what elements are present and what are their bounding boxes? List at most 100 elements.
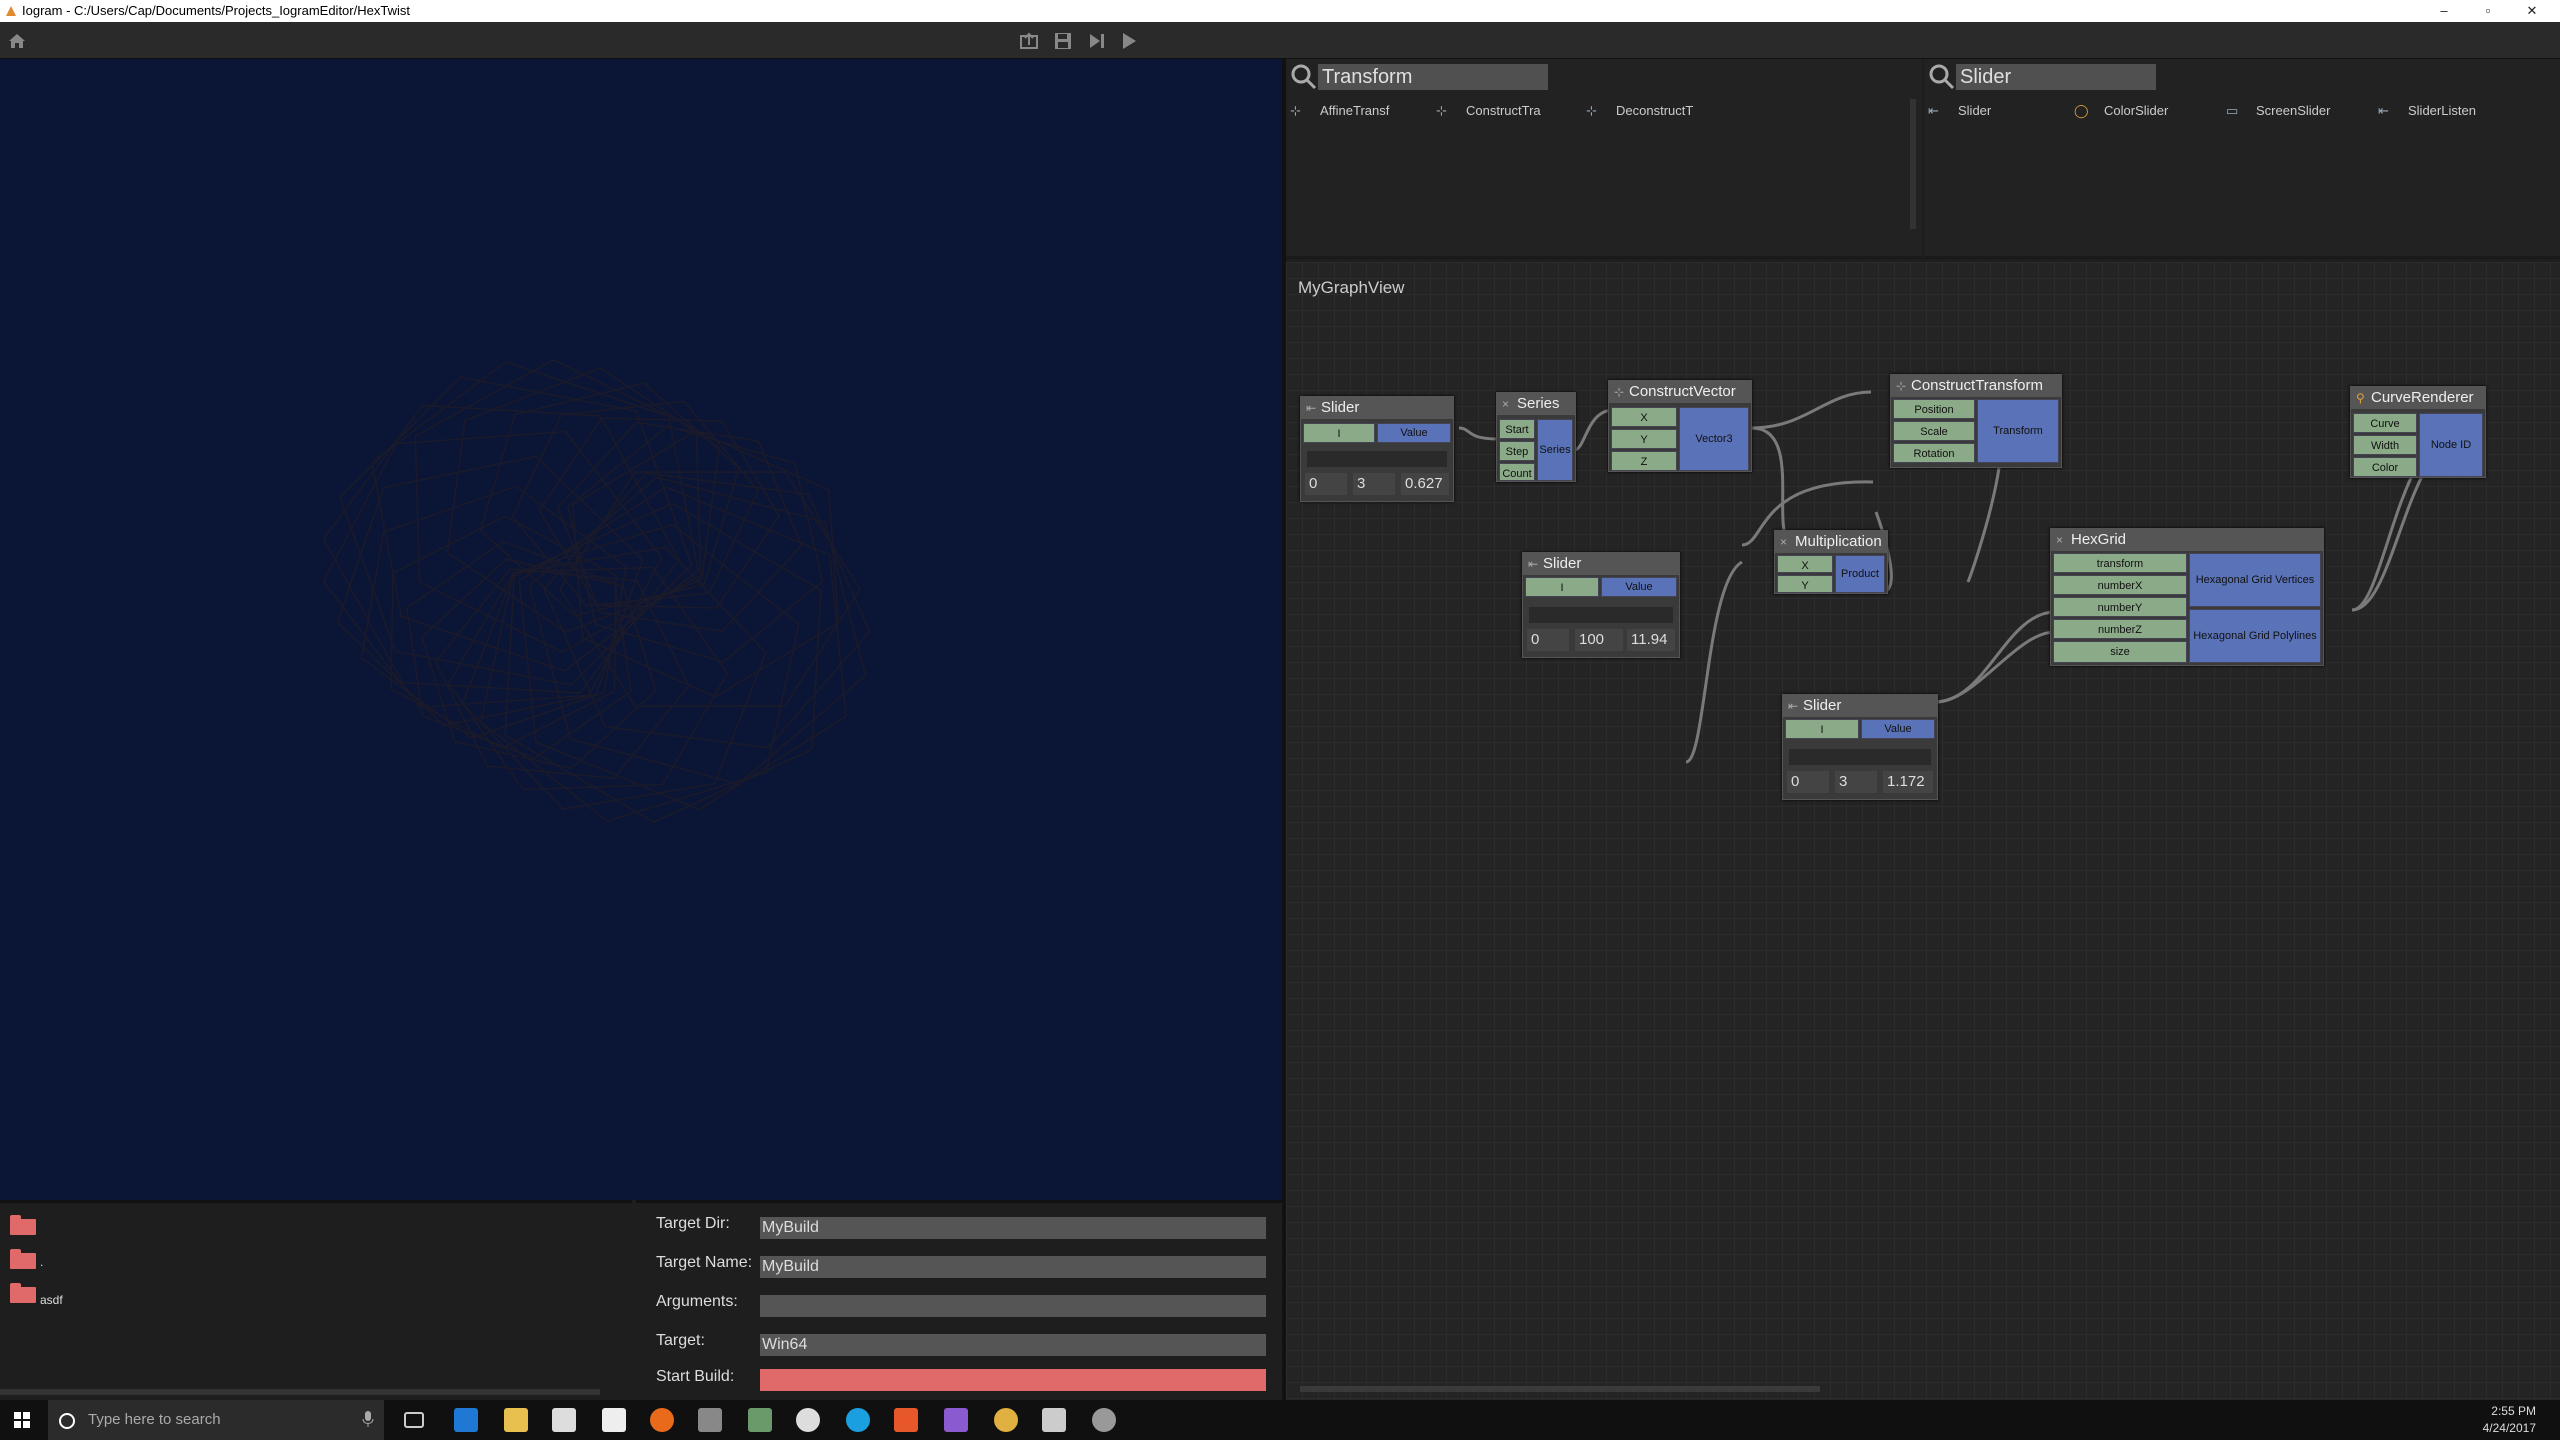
slider-track[interactable] xyxy=(1307,451,1447,467)
slider-steps[interactable]: 3 xyxy=(1835,771,1877,793)
construct-vector-node[interactable]: ⊹ ConstructVector X Y Z Vector3 xyxy=(1608,380,1752,472)
graph-view[interactable]: MyGraphView ⇤ Slider I Value 0 3 0.627 × S… xyxy=(1286,262,2560,1400)
search-input[interactable]: Transform xyxy=(1318,64,1548,90)
export-icon[interactable] xyxy=(1016,28,1042,54)
target-field[interactable]: Win64 xyxy=(760,1334,1266,1356)
renderer-input-width[interactable]: Width xyxy=(2353,435,2417,455)
store-icon[interactable] xyxy=(552,1408,576,1432)
task-view-icon[interactable] xyxy=(404,1412,424,1428)
result-slider[interactable]: ⇤ Slider xyxy=(1928,99,1991,123)
save-icon[interactable] xyxy=(1050,28,1076,54)
folder-label[interactable]: asdf xyxy=(40,1293,63,1307)
unity-icon[interactable] xyxy=(796,1408,820,1432)
skype-icon[interactable] xyxy=(846,1408,870,1432)
vector-input-y[interactable]: Y xyxy=(1611,429,1677,449)
hexgrid-output-vertices[interactable]: Hexagonal Grid Vertices xyxy=(2189,553,2321,607)
result-screen-slider[interactable]: ▭ ScreenSlider xyxy=(2226,99,2330,123)
slider-min[interactable]: 0 xyxy=(1305,473,1347,495)
slider-track[interactable] xyxy=(1789,749,1931,765)
app-icon-1[interactable] xyxy=(698,1408,722,1432)
scrollbar[interactable] xyxy=(0,1389,600,1395)
hexgrid-input-numberz[interactable]: numberZ xyxy=(2053,619,2187,639)
3d-viewport[interactable] xyxy=(0,59,1282,1200)
result-slider-listen[interactable]: ⇤ SliderListen xyxy=(2378,99,2476,123)
visual-studio-icon[interactable] xyxy=(944,1408,968,1432)
scrollbar[interactable] xyxy=(1910,99,1916,229)
graph-scrollbar[interactable] xyxy=(1300,1386,1820,1392)
series-input-start[interactable]: Start xyxy=(1499,419,1535,439)
vector-input-z[interactable]: Z xyxy=(1611,451,1677,471)
curve-renderer-node[interactable]: ⚲ CurveRenderer Curve Width Color Node ID xyxy=(2350,386,2486,478)
slider-value[interactable]: 11.94 xyxy=(1627,629,1675,651)
transform-input-scale[interactable]: Scale xyxy=(1893,421,1975,441)
chrome-icon[interactable] xyxy=(994,1408,1018,1432)
maximize-button[interactable]: ▫ xyxy=(2468,0,2508,22)
mail-icon[interactable] xyxy=(602,1408,626,1432)
folder-icon[interactable] xyxy=(10,1215,36,1235)
app-icon-3[interactable] xyxy=(1092,1408,1116,1432)
clock[interactable]: 2:55 PM 4/24/2017 xyxy=(2436,1403,2536,1437)
construct-transform-node[interactable]: ⊹ ConstructTransform Position Scale Rotat… xyxy=(1890,374,2062,468)
mult-input-x[interactable]: X xyxy=(1777,555,1833,573)
slider-steps[interactable]: 100 xyxy=(1575,629,1623,651)
mult-input-y[interactable]: Y xyxy=(1777,575,1833,593)
play-icon[interactable] xyxy=(1116,28,1142,54)
multiplication-node[interactable]: × Multiplication X Y Product xyxy=(1774,530,1888,594)
series-node[interactable]: × Series Start Step Count Series xyxy=(1496,392,1576,482)
target-name-field[interactable]: MyBuild xyxy=(760,1256,1266,1278)
result-construct-transform[interactable]: ⊹ ConstructTra xyxy=(1436,99,1541,123)
slider-min[interactable]: 0 xyxy=(1787,771,1829,793)
hexgrid-input-numbery[interactable]: numberY xyxy=(2053,597,2187,617)
windows-icon[interactable] xyxy=(14,1412,30,1428)
hexgrid-output-polylines[interactable]: Hexagonal Grid Polylines xyxy=(2189,609,2321,663)
mult-output[interactable]: Product xyxy=(1835,555,1885,593)
slider-node-2[interactable]: ⇤ Slider I Value 0 100 11.94 xyxy=(1522,552,1680,658)
series-output[interactable]: Series xyxy=(1537,419,1573,481)
result-affine[interactable]: ⊹ AffineTransf xyxy=(1290,99,1389,123)
result-color-slider[interactable]: ◯ ColorSlider xyxy=(2074,99,2168,123)
target-dir-field[interactable]: MyBuild xyxy=(760,1217,1266,1239)
renderer-input-curve[interactable]: Curve xyxy=(2353,413,2417,433)
vector-input-x[interactable]: X xyxy=(1611,407,1677,427)
renderer-output[interactable]: Node ID xyxy=(2419,413,2483,477)
edge-icon[interactable] xyxy=(454,1408,478,1432)
transform-input-position[interactable]: Position xyxy=(1893,399,1975,419)
slider-value[interactable]: 0.627 xyxy=(1401,473,1449,495)
slider-input-port[interactable]: I xyxy=(1525,577,1599,597)
slider-track[interactable] xyxy=(1529,607,1673,623)
slider-output-port[interactable]: Value xyxy=(1601,577,1677,597)
iogram-icon[interactable] xyxy=(1042,1408,1066,1432)
step-icon[interactable] xyxy=(1084,28,1110,54)
close-button[interactable]: ✕ xyxy=(2512,0,2552,22)
transform-output[interactable]: Transform xyxy=(1977,399,2059,463)
slider-steps[interactable]: 3 xyxy=(1353,473,1395,495)
slider-node-1[interactable]: ⇤ Slider I Value 0 3 0.627 xyxy=(1300,396,1454,502)
hexgrid-input-transform[interactable]: transform xyxy=(2053,553,2187,573)
app-icon-2[interactable] xyxy=(748,1408,772,1432)
vector-output[interactable]: Vector3 xyxy=(1679,407,1749,471)
slider-node-3[interactable]: ⇤ Slider I Value 0 3 1.172 xyxy=(1782,694,1938,800)
search-input[interactable]: Slider xyxy=(1956,64,2156,90)
firefox-icon[interactable] xyxy=(650,1408,674,1432)
minimize-button[interactable]: – xyxy=(2424,0,2464,22)
transform-input-rotation[interactable]: Rotation xyxy=(1893,443,1975,463)
slider-value[interactable]: 1.172 xyxy=(1883,771,1933,793)
hexgrid-node[interactable]: × HexGrid transform numberX numberY numbe… xyxy=(2050,528,2324,666)
start-build-button[interactable] xyxy=(760,1369,1266,1391)
renderer-input-color[interactable]: Color xyxy=(2353,457,2417,477)
slider-output-port[interactable]: Value xyxy=(1377,423,1451,443)
folder-icon[interactable] xyxy=(10,1249,36,1269)
hexgrid-input-numberx[interactable]: numberX xyxy=(2053,575,2187,595)
series-input-count[interactable]: Count xyxy=(1499,463,1535,481)
folder-icon[interactable] xyxy=(10,1283,36,1303)
slider-output-port[interactable]: Value xyxy=(1861,719,1935,739)
taskbar-search[interactable]: Type here to search xyxy=(48,1400,384,1440)
result-deconstruct-transform[interactable]: ⊹ DeconstructT xyxy=(1586,99,1693,123)
slider-input-port[interactable]: I xyxy=(1303,423,1375,443)
slider-min[interactable]: 0 xyxy=(1527,629,1569,651)
arguments-field[interactable] xyxy=(760,1295,1266,1317)
hexgrid-input-size[interactable]: size xyxy=(2053,641,2187,663)
folder-label[interactable]: . xyxy=(40,1255,43,1269)
mic-icon[interactable] xyxy=(362,1410,374,1428)
home-icon[interactable] xyxy=(4,28,30,54)
